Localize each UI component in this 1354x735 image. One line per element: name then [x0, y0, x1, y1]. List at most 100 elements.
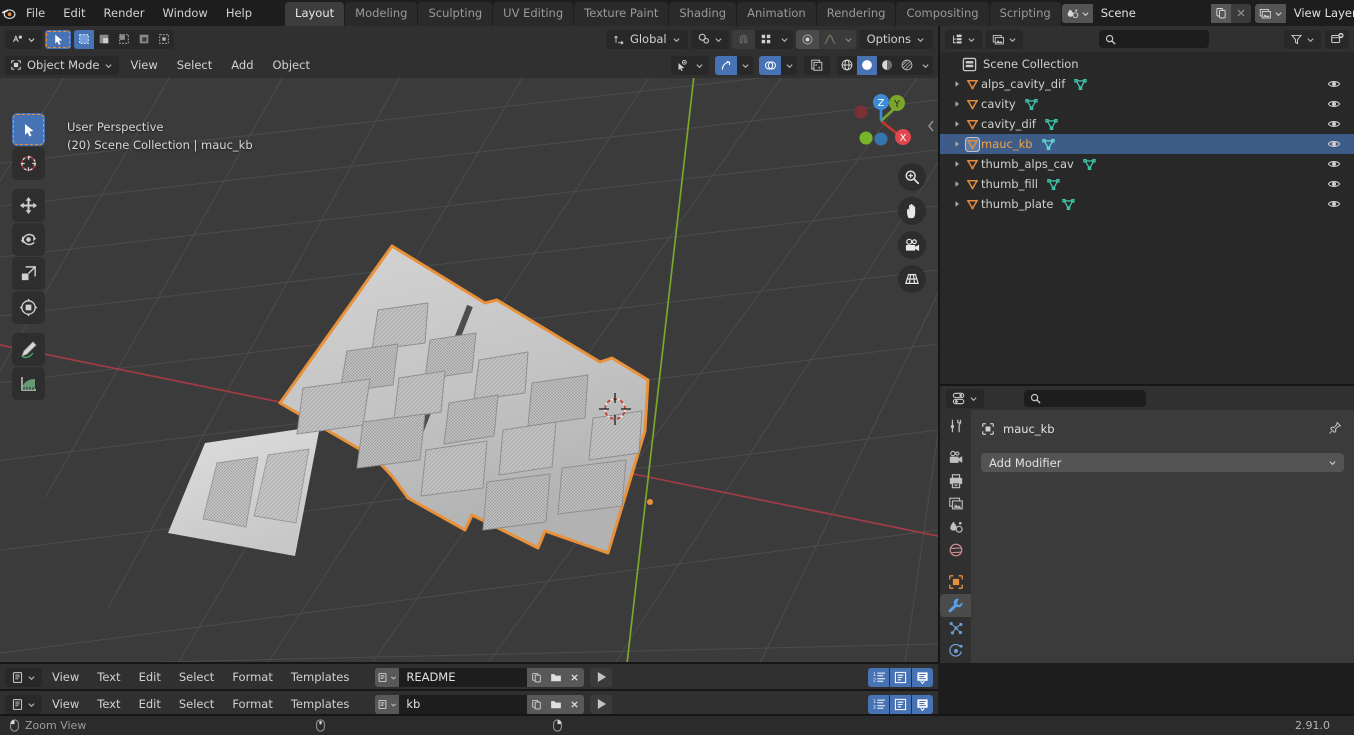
divider-text1-text2[interactable] [0, 689, 938, 691]
wireframe-shading-icon[interactable] [837, 55, 857, 75]
text1-menu-text[interactable]: Text [89, 669, 128, 685]
properties-search-input[interactable] [1024, 389, 1146, 407]
disclosure-right-icon[interactable] [950, 200, 963, 208]
add-modifier-button[interactable]: Add Modifier [981, 453, 1344, 472]
scene-name-field[interactable]: Scene [1092, 3, 1211, 23]
magnet-icon[interactable] [731, 29, 755, 49]
annotate-tool[interactable] [12, 333, 45, 366]
syntax-highlight-icon[interactable] [912, 667, 933, 687]
mesh-data-icon[interactable] [1073, 77, 1088, 92]
material-preview-icon[interactable] [877, 55, 897, 75]
pivot-point-dropdown[interactable] [690, 29, 729, 49]
line-numbers-icon[interactable]: 1 2 [868, 694, 889, 714]
text2-menu-select[interactable]: Select [171, 696, 222, 712]
outliner-row-cavity[interactable]: cavity [940, 94, 1354, 114]
tab-shading[interactable]: Shading [669, 2, 737, 26]
move-view-icon[interactable] [898, 197, 926, 225]
menu-file[interactable]: File [17, 3, 54, 23]
divider-viewport-text1[interactable] [0, 662, 938, 664]
transform-tool[interactable] [12, 291, 45, 324]
mode-dropdown[interactable]: Object Mode [5, 55, 120, 75]
editor-type-text-icon[interactable] [5, 694, 42, 714]
text2-menu-format[interactable]: Format [224, 696, 281, 712]
menu-help[interactable]: Help [217, 3, 261, 23]
mesh-object-icon[interactable] [963, 177, 981, 192]
eye-open-icon[interactable] [1327, 117, 1341, 134]
measure-tool[interactable] [12, 367, 45, 400]
new-collection-icon[interactable] [1325, 29, 1349, 49]
mesh-object-icon[interactable] [963, 157, 981, 172]
text1-filename-field[interactable]: README [399, 667, 528, 687]
editor-type-text-icon[interactable] [5, 667, 42, 687]
text1-open-button[interactable] [546, 667, 566, 687]
mesh-object-icon[interactable] [963, 77, 981, 92]
disclosure-right-icon[interactable] [950, 180, 963, 188]
region-toggle-icon[interactable] [926, 118, 936, 137]
text1-new-button[interactable] [527, 667, 547, 687]
pin-icon[interactable] [1328, 421, 1342, 438]
scale-tool[interactable] [12, 257, 45, 290]
visibility-eye-icon[interactable] [671, 55, 709, 75]
eye-open-icon[interactable] [1327, 77, 1341, 94]
text1-run-script-button[interactable] [590, 667, 613, 687]
tab-animation[interactable]: Animation [737, 2, 816, 26]
blender-logo-icon[interactable] [0, 0, 17, 26]
tab-uv-editing[interactable]: UV Editing [493, 2, 574, 26]
text1-menu-select[interactable]: Select [171, 669, 222, 685]
rotate-tool[interactable] [12, 223, 45, 256]
outliner-row-thumb_alps_cav[interactable]: thumb_alps_cav [940, 154, 1354, 174]
eye-open-icon[interactable] [1327, 197, 1341, 214]
mesh-data-icon[interactable] [1044, 117, 1059, 132]
transform-orientation-dropdown[interactable]: Global [605, 29, 688, 49]
mesh-object-icon[interactable] [963, 136, 981, 152]
mesh-data-icon[interactable] [1061, 197, 1076, 212]
text2-open-button[interactable] [546, 694, 566, 714]
syntax-highlight-icon[interactable] [912, 694, 933, 714]
tab-scripting[interactable]: Scripting [989, 2, 1061, 26]
viewlayer-name-field[interactable]: View Layer [1285, 3, 1354, 23]
divider-outliner-properties[interactable] [940, 384, 1354, 386]
tab-sculpting[interactable]: Sculpting [418, 2, 493, 26]
text1-menu-view[interactable]: View [44, 669, 87, 685]
falloff-curve-icon[interactable] [818, 29, 841, 49]
tab-texture-paint[interactable]: Texture Paint [574, 2, 669, 26]
mesh-data-icon[interactable] [1046, 177, 1061, 192]
text2-datablock-browse[interactable] [375, 694, 400, 714]
tab-layout[interactable]: Layout [285, 2, 345, 26]
mesh-data-icon[interactable] [1082, 157, 1097, 172]
text2-menu-templates[interactable]: Templates [283, 696, 357, 712]
disclosure-right-icon[interactable] [950, 140, 963, 148]
word-wrap-icon[interactable] [890, 694, 911, 714]
outliner-tree[interactable]: Scene Collection alps_cavity_dif cavity ca… [940, 52, 1354, 384]
text1-menu-edit[interactable]: Edit [131, 669, 169, 685]
view-layer-tab[interactable] [940, 492, 971, 515]
text2-menu-view[interactable]: View [44, 696, 87, 712]
mesh-object-icon[interactable] [963, 197, 981, 212]
outliner-row-thumb_fill[interactable]: thumb_fill [940, 174, 1354, 194]
scene-browse-button[interactable] [1061, 3, 1093, 23]
outliner-row-alps_cavity_dif[interactable]: alps_cavity_dif [940, 74, 1354, 94]
disclosure-right-icon[interactable] [950, 80, 963, 88]
physics-tab[interactable] [940, 640, 971, 663]
eye-open-icon[interactable] [1327, 177, 1341, 194]
zoom-view-icon[interactable] [898, 163, 926, 191]
filter-id-type-icon[interactable] [986, 29, 1023, 49]
divider-viewport-right[interactable] [938, 26, 940, 663]
solid-shading-icon[interactable] [857, 55, 877, 75]
disclosure-right-icon[interactable] [950, 120, 963, 128]
particles-tab[interactable] [940, 617, 971, 640]
viewport-options-dropdown[interactable]: Options [858, 29, 933, 49]
toggle-ortho-icon[interactable] [898, 265, 926, 293]
viewlayer-browse-button[interactable] [1254, 3, 1286, 23]
editor-type-3dview-icon[interactable] [5, 29, 42, 49]
viewport-menu-view[interactable]: View [122, 57, 165, 73]
gizmo-icon[interactable] [715, 55, 737, 75]
text2-run-script-button[interactable] [590, 694, 613, 714]
outliner-scene-collection-row[interactable]: Scene Collection [940, 54, 1354, 74]
object-tab[interactable] [940, 571, 971, 594]
modifier-tab[interactable] [940, 593, 971, 617]
viewport-menu-add[interactable]: Add [223, 57, 261, 73]
funnel-filter-icon[interactable] [1284, 29, 1321, 49]
scene-unlink-button[interactable] [1230, 3, 1251, 23]
text1-unlink-button[interactable] [565, 667, 585, 687]
